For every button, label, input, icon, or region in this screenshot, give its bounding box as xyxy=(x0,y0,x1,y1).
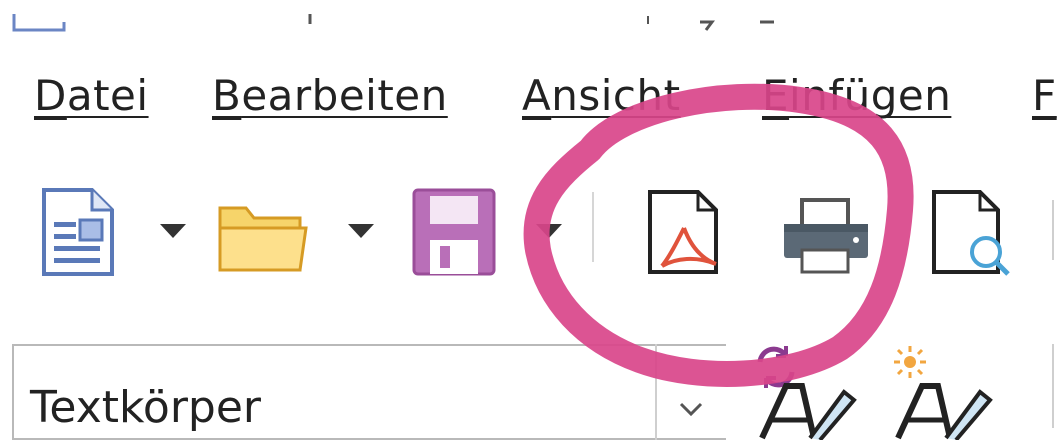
print-button[interactable] xyxy=(776,178,876,278)
chevron-down-icon xyxy=(160,224,186,238)
open-dropdown[interactable] xyxy=(346,218,376,242)
save-button[interactable] xyxy=(408,178,498,278)
new-document-dropdown[interactable] xyxy=(158,218,188,242)
formatting-toolbar: Textkörper xyxy=(0,330,1063,442)
menu-view[interactable]: Ansicht xyxy=(522,68,681,124)
export-pdf-icon xyxy=(648,190,718,274)
new-style-button[interactable] xyxy=(886,342,996,442)
title-strip-remnants xyxy=(12,14,774,32)
new-document-icon xyxy=(42,188,114,276)
menu-format[interactable]: F xyxy=(1032,68,1057,124)
save-dropdown[interactable] xyxy=(534,218,564,242)
title-strip xyxy=(0,0,1063,50)
menu-file[interactable]: Datei xyxy=(34,68,149,124)
new-document-button[interactable] xyxy=(38,178,120,278)
export-pdf-button[interactable] xyxy=(640,178,730,278)
menu-insert[interactable]: Einfügen xyxy=(762,68,951,124)
paragraph-style-value: Textkörper xyxy=(30,382,261,433)
toolbar-overflow xyxy=(1041,200,1063,260)
menu-bar: Datei Bearbeiten Ansicht Einfügen F xyxy=(0,62,1063,132)
toolbar-separator xyxy=(592,192,594,262)
print-preview-icon xyxy=(932,190,1010,276)
standard-toolbar xyxy=(0,160,1063,310)
open-button[interactable] xyxy=(214,178,312,278)
paragraph-style-combobox[interactable]: Textkörper xyxy=(12,344,726,440)
chevron-down-icon xyxy=(536,224,562,238)
formatbar-edge-line xyxy=(1052,344,1054,428)
formatbar-edge xyxy=(1041,344,1063,428)
paragraph-style-dropdown[interactable] xyxy=(655,344,727,440)
print-preview-button[interactable] xyxy=(926,178,1018,278)
save-icon xyxy=(412,188,496,276)
chevron-down-icon xyxy=(679,402,703,417)
open-folder-icon xyxy=(218,206,308,272)
chevron-down-icon xyxy=(348,224,374,238)
update-style-icon xyxy=(757,346,857,442)
toolbar-overflow-edge xyxy=(1052,200,1054,260)
print-icon xyxy=(784,198,868,274)
update-style-button[interactable] xyxy=(752,342,862,442)
new-style-icon xyxy=(894,346,993,442)
menu-edit[interactable]: Bearbeiten xyxy=(212,68,448,124)
